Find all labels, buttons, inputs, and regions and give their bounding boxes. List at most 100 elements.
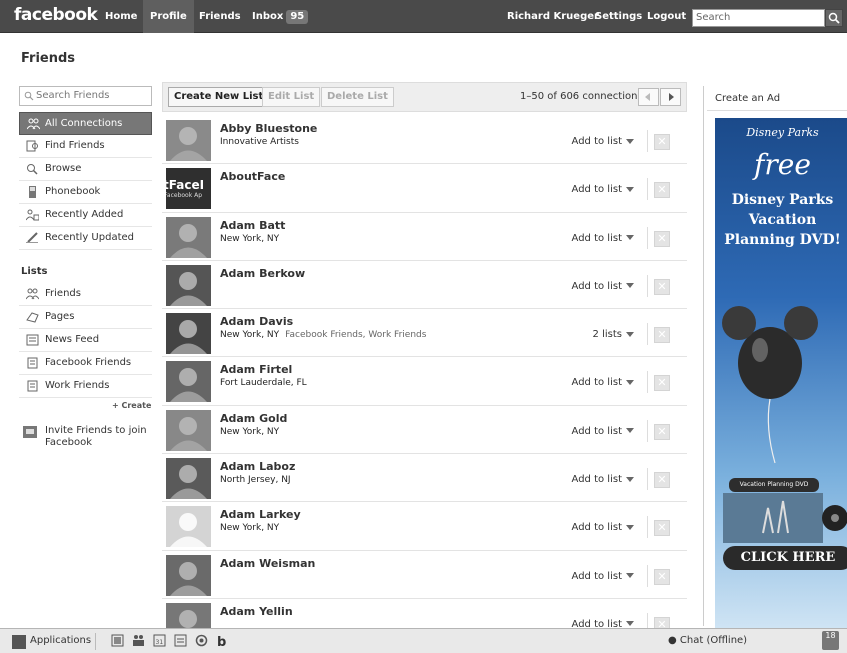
sidebar-list-news-feed[interactable]: News Feed [19,329,152,352]
sidebar-item-label: Friends [45,288,81,299]
friend-name[interactable]: Adam Gold [220,412,287,425]
chevron-down-icon [626,621,634,627]
nav-home[interactable]: Home [98,0,144,33]
remove-friend-button[interactable]: ✕ [654,230,670,247]
add-to-list-dropdown[interactable]: Add to list [572,474,634,485]
friend-name[interactable]: Adam Laboz [220,460,295,473]
remove-friend-button[interactable]: ✕ [654,134,670,150]
previous-page-button[interactable] [638,88,659,106]
remove-friend-button[interactable]: ✕ [654,423,670,440]
friend-avatar[interactable] [166,409,211,451]
search-friends-input[interactable]: Search Friends [19,86,152,106]
nav-inbox[interactable]: Inbox 95 [245,0,315,33]
disney-ad-banner[interactable]: Disney Parks free Disney Parks Vacation … [715,118,847,628]
invite-icon [23,426,37,438]
nav-friends[interactable]: Friends [192,0,248,33]
friend-location: Innovative Artists [220,137,299,147]
friend-avatar[interactable] [166,506,211,548]
add-to-list-dropdown[interactable]: Add to list [572,377,634,388]
inbox-count-badge: 95 [286,10,309,24]
invite-friends-link[interactable]: Invite Friends [45,425,112,436]
friend-avatar[interactable] [166,554,211,596]
next-page-button[interactable] [660,88,681,106]
add-to-list-label: Add to list [571,184,622,196]
friend-name[interactable]: Adam Berkow [220,267,305,280]
friend-avatar[interactable] [166,313,211,355]
nav-logout[interactable]: Logout [640,0,693,33]
nav-profile[interactable]: Profile [143,0,194,33]
friend-name[interactable]: Abby Bluestone [220,122,317,135]
create-list-link[interactable]: + Create [112,401,151,410]
add-to-list-dropdown[interactable]: Add to list [572,426,634,437]
sidebar-item-label: Browse [45,163,82,174]
add-to-list-dropdown[interactable]: Add to list [572,522,634,533]
sidebar-item-label: Recently Updated [45,232,134,243]
remove-friend-button[interactable]: ✕ [654,520,670,537]
notifications-button[interactable]: 18 [822,631,839,650]
create-an-ad-link[interactable]: Create an Ad [715,93,780,104]
sidebar-list-work-friends[interactable]: Work Friends [19,375,152,398]
create-new-list-button[interactable]: Create New List [168,87,270,107]
facebook-logo[interactable]: facebook [14,5,98,25]
chat-status[interactable]: ● Chat (Offline) [668,635,747,646]
add-to-list-dropdown[interactable]: Add to list [572,281,634,292]
friend-name[interactable]: Adam Batt [220,219,285,232]
ad-click-here-button[interactable]: CLICK HERE [723,546,847,570]
friend-subtitle: New York, NY [220,523,279,533]
ad-brand: Disney Parks [746,126,819,139]
sidebar-item-recently-updated[interactable]: Recently Updated [19,227,152,250]
remove-friend-button[interactable]: ✕ [654,327,670,344]
friend-avatar[interactable] [166,216,211,258]
friend-avatar[interactable] [166,120,211,161]
remove-friend-button[interactable]: ✕ [654,182,670,199]
friend-subtitle: New York, NY [220,234,279,244]
remove-friend-button[interactable]: ✕ [654,472,670,489]
sidebar-item-browse[interactable]: Browse [19,158,152,181]
add-to-list-label: Add to list [571,474,622,486]
applications-menu[interactable]: Applications [10,633,97,650]
chat-person-icon: ● [668,635,677,646]
calendar-icon[interactable]: 31 [153,634,166,647]
remove-friend-button[interactable]: ✕ [654,278,670,295]
delete-list-button[interactable]: Delete List [321,87,394,107]
friend-avatar[interactable]: tFaceI Facebook Ap [166,168,211,210]
friend-avatar[interactable] [166,264,211,306]
add-to-list-dropdown[interactable]: Add to list [572,233,634,244]
notes-icon[interactable] [174,634,187,647]
sidebar-list-pages[interactable]: Pages [19,306,152,329]
sidebar-item-label: Facebook Friends [45,357,132,368]
chevron-down-icon [626,379,634,385]
sidebar-item-all-connections[interactable]: All Connections [19,112,152,135]
ad-line-3: Planning DVD! [724,232,841,248]
friend-avatar[interactable] [166,361,211,403]
app-b-icon[interactable]: b [216,634,229,647]
friend-name[interactable]: AboutFace [220,170,285,183]
friend-name[interactable]: Adam Firtel [220,363,292,376]
friend-name[interactable]: Adam Larkey [220,508,301,521]
settings-icon[interactable] [195,634,208,647]
add-to-list-dropdown[interactable]: Add to list [572,136,634,147]
top-search-input[interactable]: Search [692,9,825,27]
sidebar-item-phonebook[interactable]: Phonebook [19,181,152,204]
friend-name[interactable]: Adam Yellin [220,605,293,618]
sidebar-list-facebook-friends[interactable]: Facebook Friends [19,352,152,375]
photos-icon[interactable] [111,634,124,647]
sidebar-list-friends[interactable]: Friends [19,283,152,306]
search-button[interactable] [825,9,843,27]
friend-avatar[interactable] [166,458,211,500]
sidebar-item-recently-added[interactable]: Recently Added [19,204,152,227]
add-to-list-dropdown[interactable]: 2 lists [593,329,634,340]
row-separator [647,468,648,491]
avatar-logo-subtext: Facebook Ap [166,192,203,200]
remove-friend-button[interactable]: ✕ [654,375,670,392]
friend-name[interactable]: Adam Davis [220,315,293,328]
search-icon [24,91,34,101]
sidebar-item-find-friends[interactable]: Find Friends [19,135,152,158]
edit-list-button[interactable]: Edit List [262,87,321,107]
close-icon: ✕ [657,424,667,438]
remove-friend-button[interactable]: ✕ [654,568,670,585]
add-to-list-dropdown[interactable]: Add to list [572,184,634,195]
people-icon[interactable] [132,634,145,647]
add-to-list-dropdown[interactable]: Add to list [572,571,634,582]
friend-name[interactable]: Adam Weisman [220,557,315,570]
